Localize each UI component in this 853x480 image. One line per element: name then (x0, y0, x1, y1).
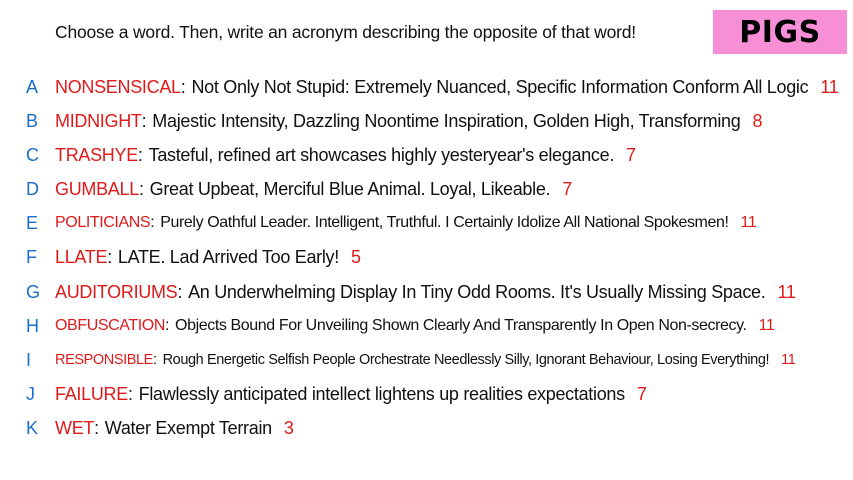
entry-count: 7 (562, 178, 572, 199)
entry-word: POLITICIANS (55, 214, 151, 231)
entry-acronym: An Underwhelming Display In Tiny Odd Roo… (188, 281, 766, 302)
instructions-text: Choose a word. Then, write an acronym de… (55, 22, 636, 42)
entry-letter: I (26, 349, 32, 370)
entry-count: 8 (752, 110, 763, 131)
entry-word: MIDNIGHT (55, 110, 142, 131)
entry-letter: J (26, 383, 35, 404)
entry-count: 3 (283, 417, 294, 438)
entry-word: TRASHYE (55, 144, 138, 165)
entry-word: GUMBALL (55, 178, 139, 199)
entry-acronym: Majestic Intensity, Dazzling Noontime In… (152, 110, 741, 131)
pigs-logo: PIGS (713, 10, 847, 54)
entry-letter: F (26, 246, 37, 267)
entry-acronym: Great Upbeat, Merciful Blue Animal. Loya… (149, 178, 551, 199)
entry-letter: E (26, 212, 39, 233)
entry-count: 11 (758, 317, 775, 334)
entry-letter: D (26, 178, 39, 199)
entry-acronym: Rough Energetic Selfish People Orchestra… (162, 352, 770, 368)
entry-word: AUDITORIUMS (55, 281, 178, 302)
entry-letter: G (26, 281, 41, 302)
entry-acronym: Not Only Not Stupid: Extremely Nuanced, … (191, 76, 809, 97)
entry-acronym: LATE. Lad Arrived Too Early! (117, 246, 339, 267)
entry-word: WET (55, 417, 95, 438)
entry-letter: B (26, 110, 39, 131)
entry-count: 11 (820, 76, 839, 97)
entry-count: 11 (777, 281, 796, 302)
entry-count: 7 (636, 383, 647, 404)
entry-acronym: Water Exempt Terrain (104, 417, 272, 438)
entry-letter: H (26, 315, 39, 336)
entry-acronym: Flawlessly anticipated intellect lighten… (138, 383, 625, 404)
entry-letter: A (26, 76, 39, 97)
entry-letter: K (26, 417, 39, 438)
entry-letter: C (26, 144, 39, 165)
entry-word: NONSENSICAL (55, 76, 181, 97)
entry-word: RESPONSIBLE (55, 352, 153, 368)
entry-count: 11 (740, 214, 757, 231)
entry-count: 5 (350, 246, 361, 267)
entry-word: FAILURE (55, 383, 128, 404)
entry-word: OBFUSCATION (55, 317, 165, 334)
entry-word: LLATE (55, 246, 108, 267)
entry-count: 7 (626, 144, 636, 165)
entry-count: 11 (781, 352, 796, 368)
entry-acronym: Objects Bound For Unveiling Shown Clearl… (175, 317, 747, 334)
entry-acronym: Purely Oathful Leader. Intelligent, Trut… (160, 214, 729, 231)
entry-acronym: Tasteful, refined art showcases highly y… (148, 144, 615, 165)
